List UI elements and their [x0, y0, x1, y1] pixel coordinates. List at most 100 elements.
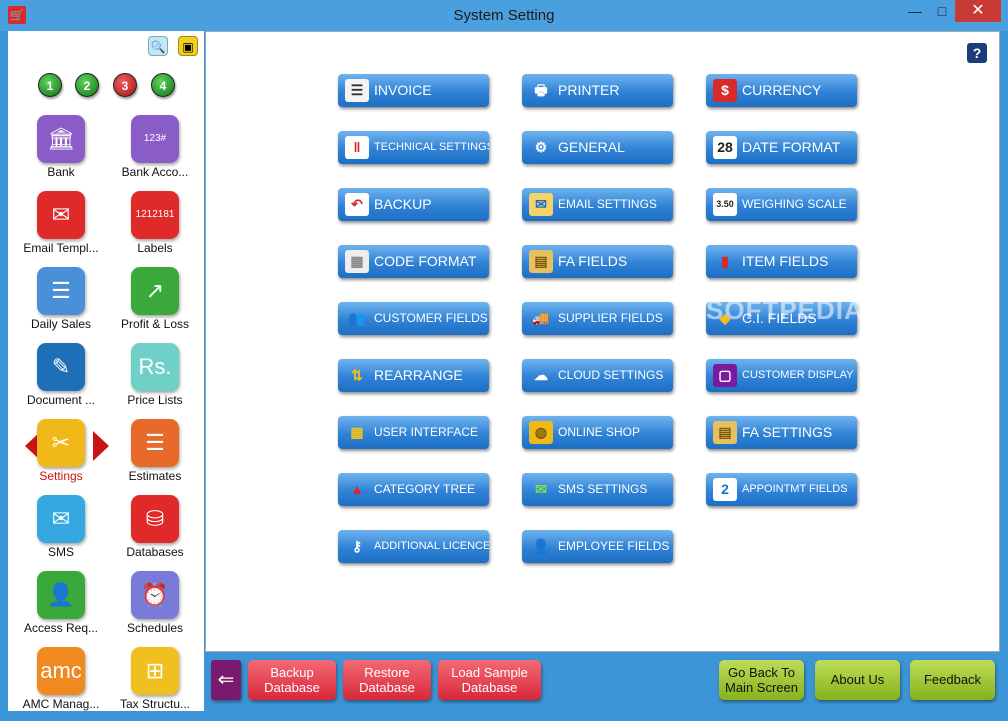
profit-loss-icon: ↗ [131, 267, 179, 315]
email-settings-button[interactable]: ✉ EMAIL SETTINGS [522, 188, 673, 221]
about-us-button[interactable]: About Us [815, 660, 900, 700]
sidebar-item-estimates[interactable]: ☰ Estimates [107, 419, 203, 495]
sidebar-item-label: Bank Acco... [121, 165, 189, 179]
button-label: CUSTOMER FIELDS [374, 311, 488, 325]
maximize-button[interactable]: □ [929, 0, 955, 22]
button-label: CODE FORMAT [374, 253, 477, 269]
databases-icon: ⛁ [131, 495, 179, 543]
close-button[interactable]: ✕ [955, 0, 1001, 22]
sidebar-item-label: Tax Structu... [119, 697, 191, 711]
sidebar-item-schedules[interactable]: ⏰ Schedules [107, 571, 203, 647]
sidebar-item-label: Access Req... [23, 621, 99, 635]
sidebar-item-label: Estimates [128, 469, 182, 483]
supplier-fields-button[interactable]: 🚚 SUPPLIER FIELDS [522, 302, 673, 335]
printer-button[interactable]: 🖶 PRINTER [522, 74, 673, 107]
c-i-fields-icon: ◆ [719, 310, 731, 326]
item-fields-button[interactable]: ▮ ITEM FIELDS [706, 245, 857, 278]
button-label: CLOUD SETTINGS [558, 368, 664, 382]
customer-display-icon: ▢ [713, 364, 737, 387]
sidebar-item-labels[interactable]: 1212181 Labels [107, 191, 203, 267]
appointmt-fields-button[interactable]: 2 APPOINTMT FIELDS [706, 473, 857, 506]
weighing-scale-button[interactable]: 3.50 WEIGHING SCALE [706, 188, 857, 221]
button-label: CUSTOMER DISPLAY [742, 369, 854, 381]
rearrange-button[interactable]: ⇅ REARRANGE [338, 359, 489, 392]
item-fields-icon: ▮ [721, 253, 729, 269]
settings-panel: ? ☰ INVOICE 🖶 PRINTER $ CURRENCY ‖ TECHNICAL SE… [205, 31, 1000, 652]
button-label: INVOICE [374, 82, 432, 98]
number-button-2[interactable]: 2 [75, 73, 99, 97]
general-button[interactable]: ⚙ GENERAL [522, 131, 673, 164]
feedback-button[interactable]: Feedback [910, 660, 995, 700]
button-label: C.I. FIELDS [742, 310, 817, 326]
date-format-button[interactable]: 28 DATE FORMAT [706, 131, 857, 164]
additional-licences-icon: ⚷ [351, 538, 363, 554]
estimates-icon: ☰ [131, 419, 179, 467]
sidebar: 🔍 ▣ 1234 🏛 Bank 123# Bank Acco... ✉ Email Tem… [8, 31, 204, 711]
load-sample-database-button[interactable]: Load Sample Database [438, 660, 541, 700]
sidebar-item-label: Daily Sales [30, 317, 92, 331]
additional-licences-button[interactable]: ⚷ ADDITIONAL LICENCES [338, 530, 489, 563]
fa-settings-icon: ▤ [713, 421, 737, 444]
sidebar-item-label: Price Lists [127, 393, 183, 407]
currency-button[interactable]: $ CURRENCY [706, 74, 857, 107]
button-label: BACKUP [374, 196, 432, 212]
technical-settings-icon: ‖ [345, 136, 369, 159]
help-button[interactable]: ? [967, 43, 987, 63]
number-button-3[interactable]: 3 [113, 73, 137, 97]
fa-settings-button[interactable]: ▤ FA SETTINGS [706, 416, 857, 449]
backup-database-button[interactable]: Backup Database [248, 660, 336, 700]
windows-icon[interactable]: ▣ [178, 36, 198, 56]
email-settings-icon: ✉ [529, 193, 553, 216]
number-button-4[interactable]: 4 [151, 73, 175, 97]
sidebar-item-daily-sales[interactable]: ☰ Daily Sales [13, 267, 109, 343]
sidebar-item-profit-loss[interactable]: ↗ Profit & Loss [107, 267, 203, 343]
c-i-fields-button[interactable]: ◆ C.I. FIELDS [706, 302, 857, 335]
sidebar-item-settings[interactable]: ✂ Settings [13, 419, 109, 495]
go-back-main-button[interactable]: Go Back To Main Screen [719, 660, 804, 700]
sidebar-item-tax-structu[interactable]: ⊞ Tax Structu... [107, 647, 203, 711]
search-icon[interactable]: 🔍 [148, 36, 168, 56]
sidebar-item-label: SMS [47, 545, 74, 559]
technical-settings-button[interactable]: ‖ TECHNICAL SETTINGS [338, 131, 489, 164]
supplier-fields-icon: 🚚 [532, 310, 550, 326]
sidebar-item-email-templ[interactable]: ✉ Email Templ... [13, 191, 109, 267]
sms-settings-button[interactable]: ✉ SMS SETTINGS [522, 473, 673, 506]
sidebar-item-label: Labels [137, 241, 173, 255]
cloud-settings-button[interactable]: ☁ CLOUD SETTINGS [522, 359, 673, 392]
category-tree-icon: ▲ [350, 481, 364, 497]
weighing-scale-icon: 3.50 [713, 193, 737, 216]
code-format-button[interactable]: ▦ CODE FORMAT [338, 245, 489, 278]
button-label: CATEGORY TREE [374, 482, 476, 496]
sidebar-item-bank-acco[interactable]: 123# Bank Acco... [107, 115, 203, 191]
sidebar-item-access-req[interactable]: 👤 Access Req... [13, 571, 109, 647]
online-shop-button[interactable]: ◍ ONLINE SHOP [522, 416, 673, 449]
restore-database-button[interactable]: Restore Database [343, 660, 431, 700]
price-lists-icon: Rs. [131, 343, 179, 391]
appointmt-fields-icon: 2 [713, 478, 737, 501]
button-label: GENERAL [558, 139, 625, 155]
sidebar-item-databases[interactable]: ⛁ Databases [107, 495, 203, 571]
sidebar-item-bank[interactable]: 🏛 Bank [13, 115, 109, 191]
customer-fields-button[interactable]: 👥 CUSTOMER FIELDS [338, 302, 489, 335]
amc-manag-icon: amc [37, 647, 85, 695]
invoice-button[interactable]: ☰ INVOICE [338, 74, 489, 107]
button-label: DATE FORMAT [742, 139, 841, 155]
fa-fields-button[interactable]: ▤ FA FIELDS [522, 245, 673, 278]
sidebar-item-label: Schedules [126, 621, 184, 635]
sidebar-item-document[interactable]: ✎ Document ... [13, 343, 109, 419]
button-label: EMAIL SETTINGS [558, 197, 657, 211]
backup-button[interactable]: ↶ BACKUP [338, 188, 489, 221]
sidebar-item-sms[interactable]: ✉ SMS [13, 495, 109, 571]
user-interface-button[interactable]: ▦ USER INTERFACE [338, 416, 489, 449]
sms-icon: ✉ [37, 495, 85, 543]
code-format-icon: ▦ [345, 250, 369, 273]
employee-fields-button[interactable]: 👤 EMPLOYEE FIELDS [522, 530, 673, 563]
back-button[interactable]: ⇐ [211, 660, 241, 700]
sidebar-item-amc-manag[interactable]: amc AMC Manag... [13, 647, 109, 711]
sidebar-item-price-lists[interactable]: Rs. Price Lists [107, 343, 203, 419]
category-tree-button[interactable]: ▲ CATEGORY TREE [338, 473, 489, 506]
minimize-button[interactable]: — [902, 0, 928, 22]
customer-display-button[interactable]: ▢ CUSTOMER DISPLAY [706, 359, 857, 392]
email-templ-icon: ✉ [37, 191, 85, 239]
number-button-1[interactable]: 1 [38, 73, 62, 97]
